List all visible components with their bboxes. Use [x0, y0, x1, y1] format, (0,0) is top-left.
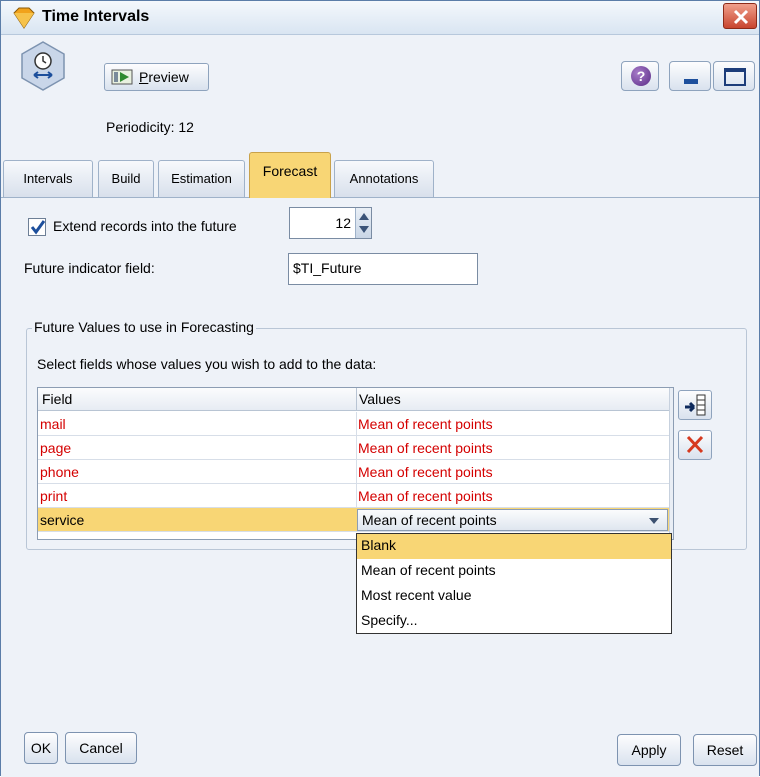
- preview-icon: [111, 69, 133, 85]
- table-scrollbar[interactable]: [669, 388, 673, 539]
- time-intervals-dialog: Time Intervals Preview Periodicity: 12 ?…: [0, 0, 760, 777]
- values-dropdown-list: Blank Mean of recent points Most recent …: [356, 533, 672, 634]
- combobox-value: Mean of recent points: [362, 512, 497, 528]
- help-icon: ?: [631, 66, 651, 86]
- dropdown-option-blank[interactable]: Blank: [357, 534, 671, 559]
- reset-button[interactable]: Reset: [693, 734, 757, 766]
- row-field: phone: [40, 464, 79, 480]
- future-indicator-field[interactable]: $TI_Future: [288, 253, 478, 285]
- close-icon: [733, 9, 749, 25]
- row-value[interactable]: Mean of recent points: [358, 488, 493, 504]
- forecast-panel: Extend records into the future 12 Future…: [1, 198, 759, 777]
- table-header: Field Values: [38, 388, 673, 411]
- row-field: service: [40, 512, 85, 528]
- help-button[interactable]: ?: [621, 61, 659, 91]
- table-row[interactable]: phone Mean of recent points: [38, 460, 669, 484]
- select-fields-label: Select fields whose values you wish to a…: [37, 356, 377, 372]
- spinner-down-icon[interactable]: [359, 226, 369, 233]
- tab-forecast[interactable]: Forecast: [249, 152, 331, 198]
- periodicity-text: Periodicity: 12: [106, 119, 194, 135]
- tab-build[interactable]: Build: [98, 160, 154, 198]
- add-fields-icon: [685, 394, 706, 416]
- minimize-icon: [684, 79, 698, 84]
- maximize-icon: [724, 68, 746, 86]
- apply-button[interactable]: Apply: [617, 734, 681, 766]
- add-fields-button[interactable]: [678, 390, 712, 420]
- extend-records-checkbox[interactable]: [28, 218, 46, 236]
- extend-count-value: 12: [335, 215, 351, 231]
- row-value[interactable]: Mean of recent points: [358, 440, 493, 456]
- tab-estimation[interactable]: Estimation: [158, 160, 245, 198]
- dropdown-option-most-recent[interactable]: Most recent value: [357, 584, 671, 609]
- future-indicator-label: Future indicator field:: [24, 260, 155, 276]
- values-combobox[interactable]: Mean of recent points: [357, 509, 668, 531]
- title-bar[interactable]: Time Intervals: [1, 1, 759, 35]
- delete-field-button[interactable]: [678, 430, 712, 460]
- table-row[interactable]: page Mean of recent points: [38, 436, 669, 460]
- row-field: mail: [40, 416, 66, 432]
- spinner-up-icon[interactable]: [359, 213, 369, 220]
- checkmark-icon: [30, 220, 46, 235]
- window-title: Time Intervals: [42, 8, 150, 25]
- row-value[interactable]: Mean of recent points: [358, 464, 493, 480]
- spinner-arrows[interactable]: [355, 208, 371, 238]
- row-value[interactable]: Mean of recent points: [358, 416, 493, 432]
- header-separator: [356, 388, 357, 411]
- table-row[interactable]: print Mean of recent points: [38, 484, 669, 508]
- tab-intervals[interactable]: Intervals: [3, 160, 93, 198]
- cell-separator: [356, 484, 357, 508]
- dropdown-option-specify[interactable]: Specify...: [357, 609, 671, 634]
- future-values-table: Field Values mail Mean of recent points …: [37, 387, 674, 540]
- extend-count-spinner[interactable]: 12: [289, 207, 372, 239]
- time-intervals-node-icon: [21, 41, 65, 91]
- close-button[interactable]: [723, 3, 757, 29]
- header-values[interactable]: Values: [359, 391, 401, 407]
- dropdown-option-mean[interactable]: Mean of recent points: [357, 559, 671, 584]
- app-diamond-icon: [13, 7, 35, 29]
- cancel-button[interactable]: Cancel: [65, 732, 137, 764]
- cell-separator: [356, 412, 357, 436]
- cell-separator: [356, 436, 357, 460]
- header-field[interactable]: Field: [42, 391, 72, 407]
- cell-separator: [356, 460, 357, 484]
- tab-bar: Intervals Build Estimation Forecast Anno…: [1, 152, 759, 198]
- minimize-button[interactable]: [669, 61, 711, 91]
- future-values-group-title: Future Values to use in Forecasting: [32, 319, 256, 335]
- chevron-down-icon[interactable]: [649, 518, 659, 524]
- extend-records-label: Extend records into the future: [53, 218, 237, 234]
- row-field: page: [40, 440, 72, 456]
- preview-button[interactable]: Preview: [104, 63, 209, 91]
- ok-button[interactable]: OK: [24, 732, 58, 764]
- tab-annotations[interactable]: Annotations: [334, 160, 434, 198]
- delete-icon: [686, 435, 704, 454]
- table-row-selected[interactable]: service Mean of recent points: [38, 508, 669, 532]
- table-row[interactable]: mail Mean of recent points: [38, 412, 669, 436]
- preview-label: Preview: [139, 69, 189, 85]
- row-field: print: [40, 488, 68, 504]
- maximize-button[interactable]: [713, 61, 755, 91]
